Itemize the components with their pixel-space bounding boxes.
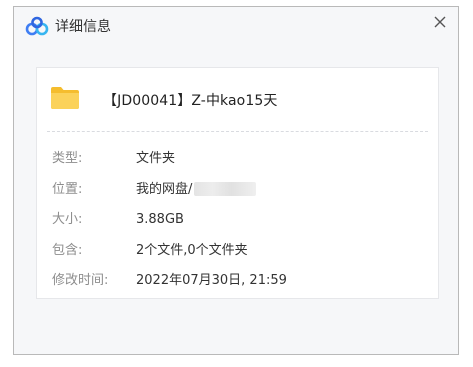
modified-value: 2022年07月30日, 21:59 — [136, 273, 287, 288]
close-button[interactable] — [428, 10, 452, 34]
baidu-netdisk-cloud-icon — [25, 16, 49, 36]
location-label: 位置: — [52, 181, 83, 197]
location-value[interactable]: 我的网盘/ — [136, 182, 192, 197]
modified-label: 修改时间: — [52, 273, 109, 288]
contains-value: 2个文件,0个文件夹 — [136, 242, 248, 258]
type-label: 类型: — [52, 151, 83, 166]
details-card: 【JD00041】Z-中kao15天 类型: 文件夹 位置: 我的网盘/ 大小:… — [36, 67, 439, 299]
folder-icon — [50, 86, 80, 110]
details-dialog: 详细信息 【JD00041】Z-中kao15天 类型: 文件夹 位置: 我的网盘… — [13, 6, 459, 355]
divider — [47, 131, 428, 132]
size-value: 3.88GB — [136, 212, 184, 227]
contains-label: 包含: — [52, 242, 83, 258]
blurred-path — [194, 182, 257, 196]
dialog-title: 详细信息 — [55, 19, 111, 35]
file-name: 【JD00041】Z-中kao15天 — [103, 93, 278, 109]
title-bar: 详细信息 — [14, 7, 458, 47]
type-value: 文件夹 — [136, 151, 176, 166]
size-label: 大小: — [52, 212, 83, 227]
location-value-wrap[interactable]: 我的网盘/ — [136, 181, 257, 199]
close-icon — [434, 16, 446, 28]
